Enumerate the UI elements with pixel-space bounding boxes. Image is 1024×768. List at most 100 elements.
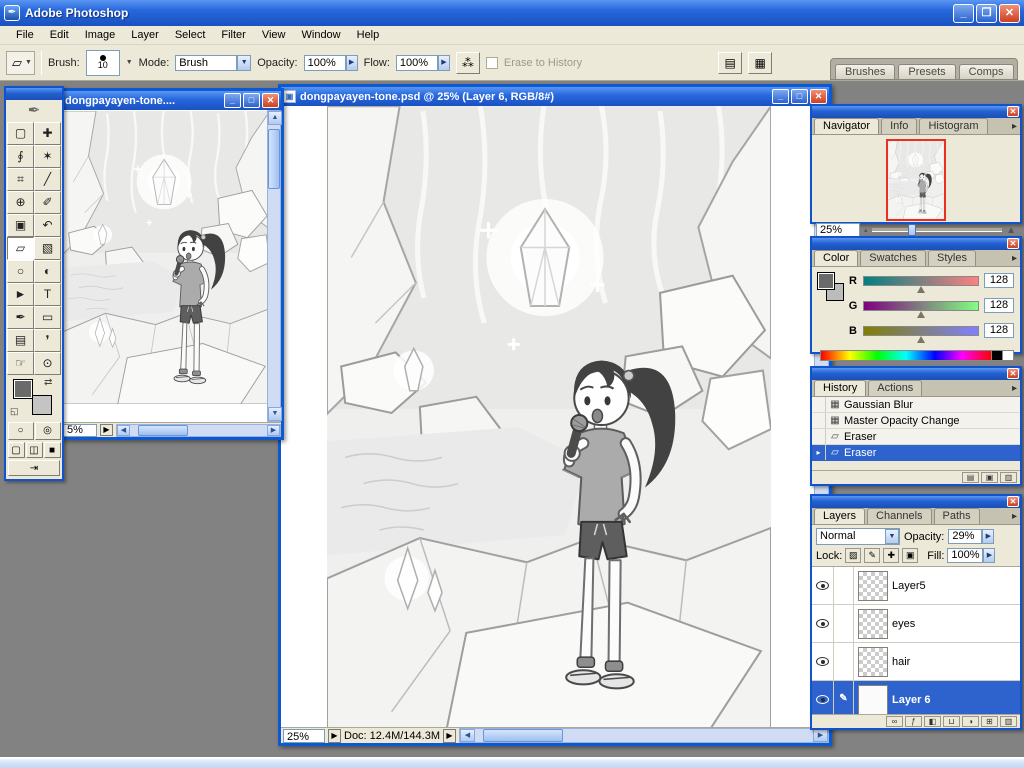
scrollbar-thumb[interactable] [483,729,563,742]
flow-field[interactable]: 100% ▶ [395,54,450,71]
horizontal-scrollbar[interactable]: ◀ ▶ [459,728,829,743]
link-icon[interactable]: ∞ [886,716,903,727]
tool-history-brush[interactable]: ↶ [34,214,61,237]
status-menu-icon[interactable]: ▶ [443,728,456,743]
layer-row[interactable]: hair [812,643,1020,681]
foreground-color-swatch[interactable] [13,379,33,399]
tab-actions[interactable]: Actions [868,380,923,396]
new-layer-icon[interactable]: ⊞ [981,716,998,727]
trash-icon[interactable]: ▥ [1000,716,1017,727]
erase-to-history-checkbox[interactable] [485,56,498,69]
vertical-scrollbar[interactable]: ▲ ▼ [267,110,282,422]
menu-view[interactable]: View [254,27,294,43]
palette-toggle-button[interactable]: ▦ [748,51,773,74]
tab-histogram[interactable]: Histogram [919,118,988,134]
toolbox-titlebar[interactable] [6,88,62,100]
blend-mode-select[interactable]: Normal ▼ [816,528,900,545]
layer-style-icon[interactable]: ƒ [905,716,922,727]
tool-notes[interactable]: ▤ [7,329,34,352]
new-snapshot-icon[interactable]: ▣ [981,472,998,483]
layer-thumbnail[interactable] [858,684,888,715]
lock-position-icon[interactable]: ✚ [883,548,900,563]
tab-layers[interactable]: Layers [814,508,866,524]
panel-titlebar[interactable]: ✕ [812,238,1020,250]
scroll-up-icon[interactable]: ▲ [268,111,282,125]
swap-colors-icon[interactable]: ⇄ [44,377,52,388]
tool-type[interactable]: T [34,283,61,306]
background-color-swatch[interactable] [32,395,52,415]
link-column[interactable] [834,567,854,604]
canvas-artwork[interactable] [327,106,771,727]
tab-paths[interactable]: Paths [933,508,980,524]
restore-button[interactable]: ❐ [976,3,997,23]
red-slider-thumb[interactable] [917,285,925,293]
status-popup-icon[interactable]: ▶ [328,728,341,743]
lock-pixels-icon[interactable]: ✎ [864,548,881,563]
layer-name[interactable]: Layer5 [892,580,926,592]
layer-name[interactable]: hair [892,656,910,668]
tab-styles[interactable]: Styles [928,250,976,266]
link-column[interactable] [834,605,854,642]
tool-eraser[interactable]: ▱ [7,237,34,260]
doc-minimize-button[interactable]: _ [772,89,789,104]
tool-gradient[interactable]: ▧ [34,237,61,260]
panel-menu-icon[interactable]: ▸ [1012,121,1017,132]
tool-path-selection[interactable]: ► [7,283,34,306]
default-colors-icon[interactable]: ◱ [10,406,19,417]
tool-slice[interactable]: ╱ [34,168,61,191]
tool-rectangular-marquee[interactable]: ▢ [7,122,34,145]
scrollbar-thumb[interactable] [268,129,280,189]
panel-menu-icon[interactable]: ▸ [1012,511,1017,522]
tab-navigator[interactable]: Navigator [814,118,880,134]
visibility-toggle[interactable] [812,567,834,604]
panel-titlebar[interactable]: ✕ [812,106,1020,118]
doc-close-button[interactable]: ✕ [262,93,279,108]
tool-dodge[interactable]: ◐ [34,260,61,283]
tool-blur[interactable]: ○ [7,260,34,283]
zoom-in-icon[interactable]: ▲ [1006,225,1016,236]
history-entry[interactable]: ▦ Gaussian Blur [812,397,1020,413]
blue-slider[interactable] [863,325,979,343]
panel-titlebar[interactable]: ✕ [812,496,1020,508]
scrollbar-thumb[interactable] [138,424,188,436]
tab-history[interactable]: History [814,380,867,396]
menu-select[interactable]: Select [167,27,214,43]
menu-help[interactable]: Help [349,27,388,43]
tool-zoom[interactable]: ⊙ [34,352,61,375]
adjustment-layer-icon[interactable]: ◑ [962,716,979,727]
scroll-right-icon[interactable]: ▶ [813,729,828,742]
tool-lasso[interactable]: ∮ [7,145,34,168]
tool-shape[interactable]: ▭ [34,306,61,329]
panel-close-icon[interactable]: ✕ [1007,106,1019,117]
history-source-well[interactable] [812,413,826,428]
zoom-slider[interactable] [871,224,1003,236]
file-browser-button[interactable]: ▤ [718,51,743,74]
tool-preset-picker[interactable]: ▱ ▼ [6,50,35,75]
tab-info[interactable]: Info [881,118,918,134]
canvas-artwork[interactable] [62,111,267,404]
tool-clone-stamp[interactable]: ▣ [7,214,34,237]
red-slider[interactable] [863,275,979,293]
panel-close-icon[interactable]: ✕ [1007,368,1019,379]
jump-to-imageready-button[interactable]: ⇥ [8,460,60,476]
panel-menu-icon[interactable]: ▸ [1012,253,1017,264]
well-tab-brushes[interactable]: Brushes [835,64,896,79]
lock-all-icon[interactable]: ▣ [902,548,919,563]
tool-move[interactable]: ✚ [34,122,61,145]
close-button[interactable]: ✕ [999,3,1020,23]
standard-mode-button[interactable]: ○ [7,422,34,440]
layer-opacity-field[interactable]: 29% ▶ [948,529,995,544]
standard-screen-button[interactable]: ▢ [7,442,25,458]
panel-close-icon[interactable]: ✕ [1007,496,1019,507]
tool-eyedropper[interactable]: ❜ [34,329,61,352]
fullscreen-button[interactable]: ■ [43,442,61,458]
layer-name[interactable]: Layer 6 [892,694,931,706]
panel-menu-icon[interactable]: ▸ [1012,383,1017,394]
visibility-toggle[interactable] [812,643,834,680]
menu-filter[interactable]: Filter [213,27,253,43]
zoom-slider-thumb[interactable] [908,224,917,236]
visibility-toggle[interactable] [812,681,834,718]
layer-row[interactable]: Layer5 [812,567,1020,605]
panel-titlebar[interactable]: ✕ [812,368,1020,380]
chevron-down-icon[interactable]: ▼ [126,59,133,66]
